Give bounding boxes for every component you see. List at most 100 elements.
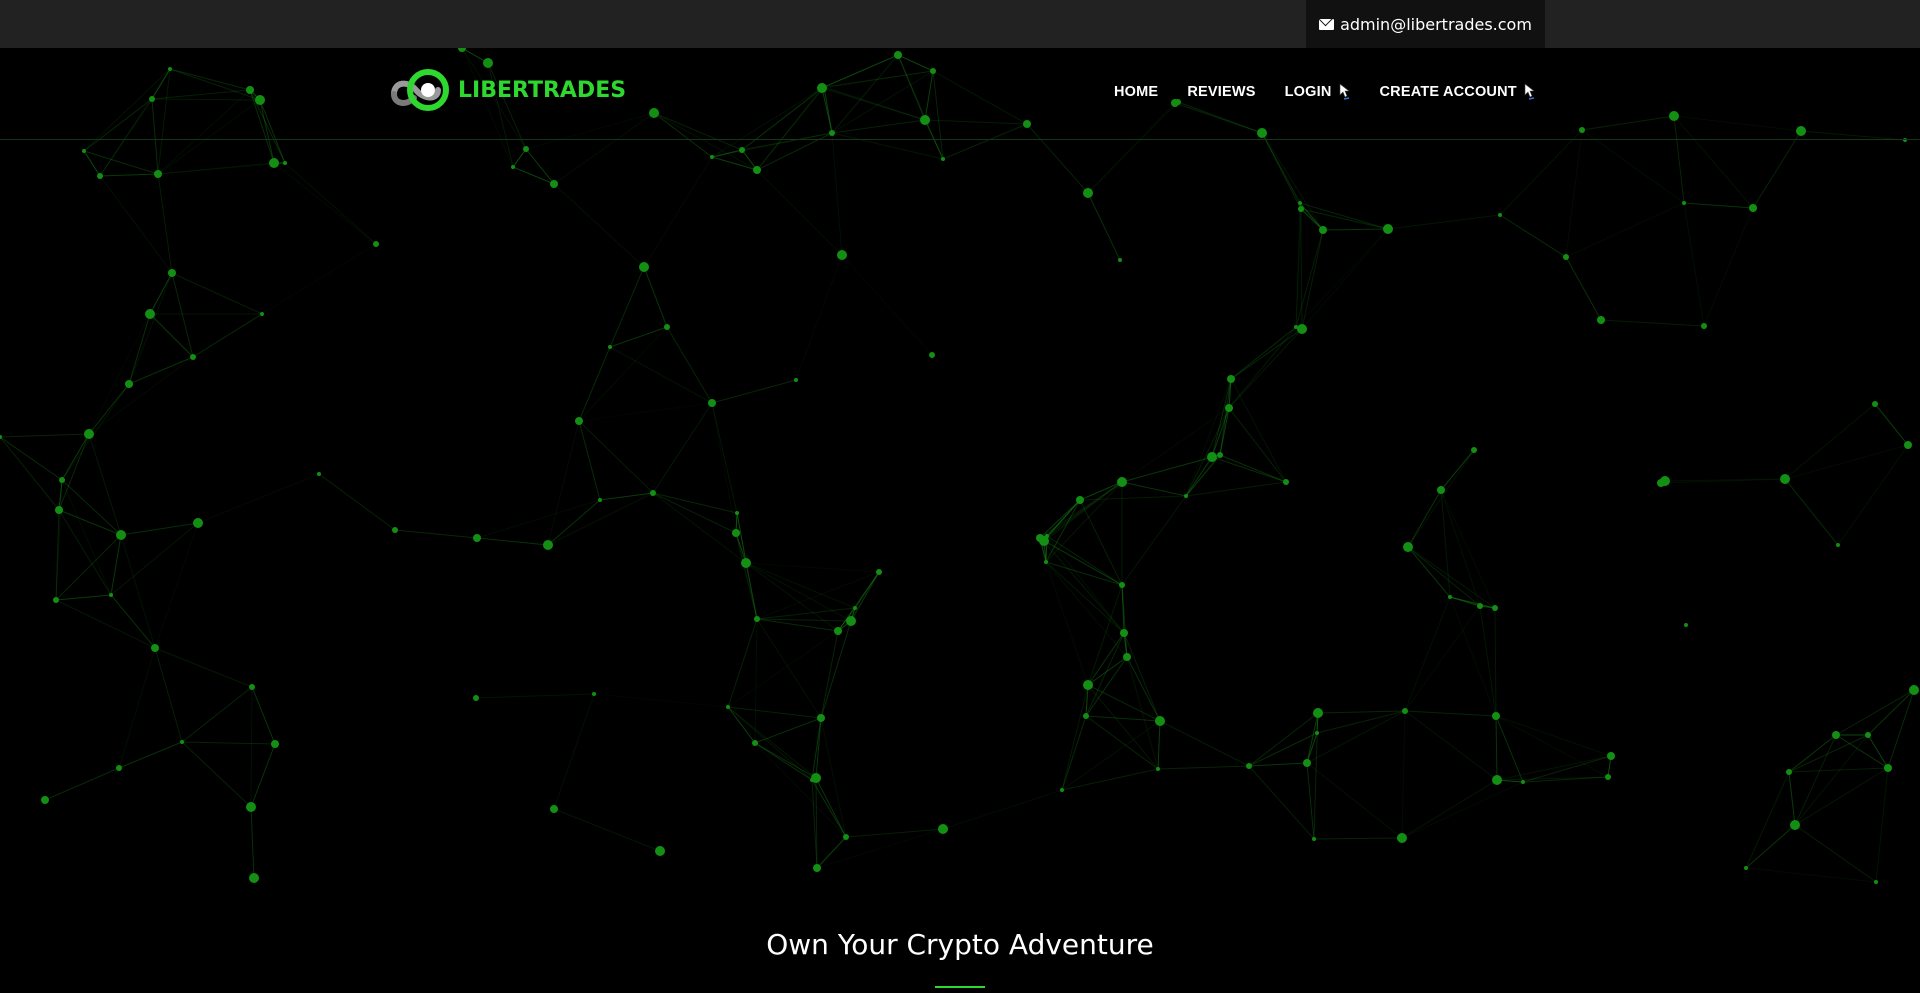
network-dot <box>1156 767 1160 771</box>
network-line <box>55 534 122 601</box>
network-line <box>1875 767 1889 883</box>
network-line <box>1230 328 1303 380</box>
network-line <box>578 346 611 422</box>
network-line <box>578 420 601 501</box>
network-line <box>1404 710 1498 781</box>
network-dot <box>511 165 515 169</box>
network-line <box>88 356 194 435</box>
network-line <box>1407 546 1481 607</box>
network-dot <box>664 324 670 330</box>
network-line <box>1248 762 1308 767</box>
network-line <box>1565 202 1685 258</box>
network-line <box>820 717 847 838</box>
network-dot <box>1313 708 1323 718</box>
network-line <box>0 436 63 481</box>
network-dot <box>1298 206 1304 212</box>
network-line <box>118 647 156 769</box>
network-line <box>512 148 527 168</box>
network-line <box>181 741 252 808</box>
network-line <box>1794 734 1869 826</box>
network-dot <box>1832 731 1840 739</box>
network-dot <box>1403 542 1413 552</box>
network-line <box>1228 328 1303 409</box>
network-line <box>58 509 122 536</box>
network-dot <box>846 616 856 626</box>
email-link[interactable]: admin@libertrades.com <box>1306 0 1545 48</box>
network-line <box>1683 202 1754 209</box>
network-dot <box>550 180 558 188</box>
network-line <box>578 420 654 494</box>
network-dot <box>732 529 740 537</box>
nav-login-label: LOGIN <box>1284 84 1332 100</box>
network-line <box>1313 732 1318 840</box>
network-line <box>61 433 90 481</box>
cursor-icon <box>1339 83 1350 100</box>
network-dot <box>726 705 730 709</box>
network-dot <box>1083 713 1089 719</box>
network-line <box>547 499 601 546</box>
network-line <box>727 706 822 719</box>
network-dot <box>55 506 63 514</box>
network-dot <box>843 834 849 840</box>
network-dot <box>853 606 857 610</box>
network-line <box>120 534 156 649</box>
nav-home[interactable]: HOME <box>1114 84 1158 100</box>
nav-home-label: HOME <box>1114 84 1159 100</box>
network-line <box>1046 481 1123 537</box>
logo[interactable]: LIBERTRADES <box>386 66 626 114</box>
brand-name: LIBERTRADES <box>458 77 627 103</box>
network-dot <box>1749 204 1757 212</box>
network-line <box>553 808 661 852</box>
network-line <box>1045 561 1128 658</box>
nav-create-account[interactable]: CREATE ACCOUNT <box>1380 82 1536 102</box>
network-line <box>795 254 843 381</box>
network-line <box>1185 407 1230 497</box>
network-line <box>711 402 738 514</box>
network-dot <box>193 518 203 528</box>
network-dot <box>753 166 761 174</box>
network-dot <box>1884 764 1892 772</box>
network-dot <box>1744 866 1748 870</box>
network-line <box>593 693 729 708</box>
network-line <box>609 326 668 348</box>
network-line <box>1449 596 1497 717</box>
network-dot <box>1790 820 1800 830</box>
network-line <box>99 175 173 274</box>
network-dot <box>41 796 49 804</box>
network-line <box>578 402 713 422</box>
network-line <box>1495 715 1524 783</box>
particle-network-background <box>0 44 1919 884</box>
network-line <box>171 272 194 358</box>
network-dot <box>550 805 558 813</box>
network-line <box>1087 656 1128 686</box>
network-line <box>1600 319 1705 327</box>
network-dot <box>941 157 945 161</box>
network-line <box>841 254 933 356</box>
nav-login[interactable]: LOGIN <box>1285 82 1351 102</box>
network-line <box>118 741 183 769</box>
network-line <box>727 630 839 708</box>
network-dot <box>1217 452 1223 458</box>
network-line <box>55 599 156 649</box>
network-line <box>756 618 822 719</box>
network-dot <box>1477 603 1483 609</box>
network-line <box>157 173 173 274</box>
nav-reviews[interactable]: REVIEWS <box>1187 84 1255 100</box>
network-dot <box>938 824 948 834</box>
network-dot <box>1119 582 1125 588</box>
network-line <box>44 767 120 801</box>
network-dot <box>1155 716 1165 726</box>
network-line <box>149 272 173 315</box>
network-line <box>83 150 159 175</box>
network-line <box>1299 202 1389 230</box>
network-line <box>1449 596 1496 609</box>
network-line <box>1565 129 1583 258</box>
network-dot <box>1682 201 1686 205</box>
network-dot <box>754 616 760 622</box>
network-dot <box>876 569 882 575</box>
page: admin@libertrades.com LIBERTRADES HOME R… <box>0 0 1920 993</box>
network-line <box>1228 407 1287 483</box>
network-line <box>1046 535 1125 634</box>
network-line <box>525 148 555 185</box>
network-line <box>250 743 276 808</box>
